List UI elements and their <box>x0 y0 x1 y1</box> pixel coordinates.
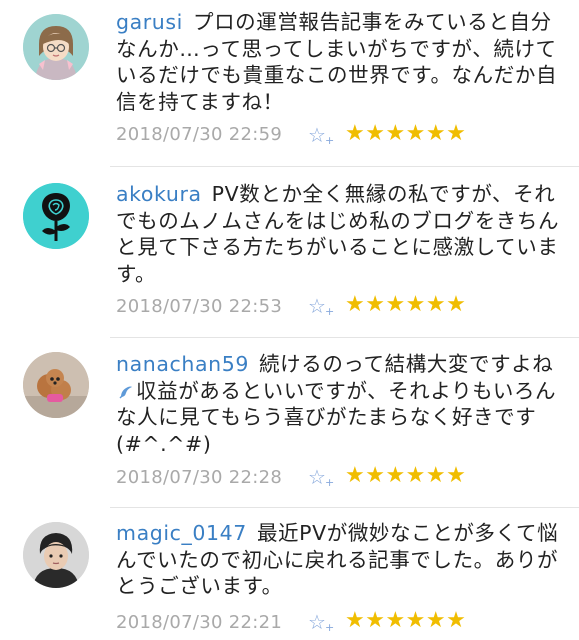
add-star-icon: ☆ <box>308 610 326 634</box>
comment-body: akokura PV数とか全く無縁の私ですが、それでものムノムさんをはじめ私のブロ… <box>116 181 566 287</box>
avatar[interactable] <box>23 14 89 80</box>
rose-avatar-icon <box>23 183 89 249</box>
star-rating[interactable]: ★★★★★★ <box>345 610 466 632</box>
avatar[interactable] <box>23 183 89 249</box>
add-star-button[interactable]: ☆+ <box>308 295 334 323</box>
avatar[interactable] <box>23 352 89 418</box>
comment-item: nanachan59 続けるのって結構大変ですよね収益があるといいですが、それより… <box>0 340 579 510</box>
comment-body: garusi プロの運営報告記事をみていると自分なんか…って思ってしまいがちですが… <box>116 9 566 115</box>
person-avatar-icon <box>23 522 89 588</box>
dog-avatar-icon <box>23 352 89 418</box>
comment-timestamp[interactable]: 2018/07/30 22:53 <box>116 296 282 317</box>
comment-username[interactable]: garusi <box>116 10 183 34</box>
comment-timestamp[interactable]: 2018/07/30 22:28 <box>116 467 282 488</box>
add-star-button[interactable]: ☆+ <box>308 611 334 639</box>
comment-username[interactable]: magic_0147 <box>116 521 247 545</box>
avatar[interactable] <box>23 522 89 588</box>
comment-text-continued: 収益があるといいですが、それよりもいろんな人に見てもらう喜びがたまらなく好きです… <box>116 378 557 456</box>
comment-body: nanachan59 続けるのって結構大変ですよね収益があるといいですが、それより… <box>116 351 566 457</box>
star-rating[interactable]: ★★★★★★ <box>345 123 466 145</box>
droplet-emoji-icon <box>118 380 134 398</box>
user-avatar-icon <box>23 14 89 80</box>
star-rating[interactable]: ★★★★★★ <box>345 465 466 487</box>
comment-item: magic_0147 最近PVが微妙なことが多くて悩んでいたので初心に戻れる記事で… <box>0 510 579 640</box>
add-star-button[interactable]: ☆+ <box>308 466 334 494</box>
add-star-icon: ☆ <box>308 294 326 318</box>
comment-timestamp[interactable]: 2018/07/30 22:59 <box>116 124 282 145</box>
comment-body: magic_0147 最近PVが微妙なことが多くて悩んでいたので初心に戻れる記事で… <box>116 520 566 600</box>
divider <box>110 166 579 167</box>
star-rating[interactable]: ★★★★★★ <box>345 294 466 316</box>
comment-username[interactable]: nanachan59 <box>116 352 249 376</box>
add-star-icon: ☆ <box>308 465 326 489</box>
divider <box>110 507 579 508</box>
comment-timestamp[interactable]: 2018/07/30 22:21 <box>116 612 282 633</box>
divider <box>110 337 579 338</box>
add-star-button[interactable]: ☆+ <box>308 124 334 152</box>
comment-text: 続けるのって結構大変ですよね <box>259 352 554 376</box>
comment-item: garusi プロの運営報告記事をみていると自分なんか…って思ってしまいがちですが… <box>0 0 579 170</box>
comment-username[interactable]: akokura <box>116 182 202 206</box>
comment-item: akokura PV数とか全く無縁の私ですが、それでものムノムさんをはじめ私のブロ… <box>0 170 579 340</box>
add-star-icon: ☆ <box>308 123 326 147</box>
